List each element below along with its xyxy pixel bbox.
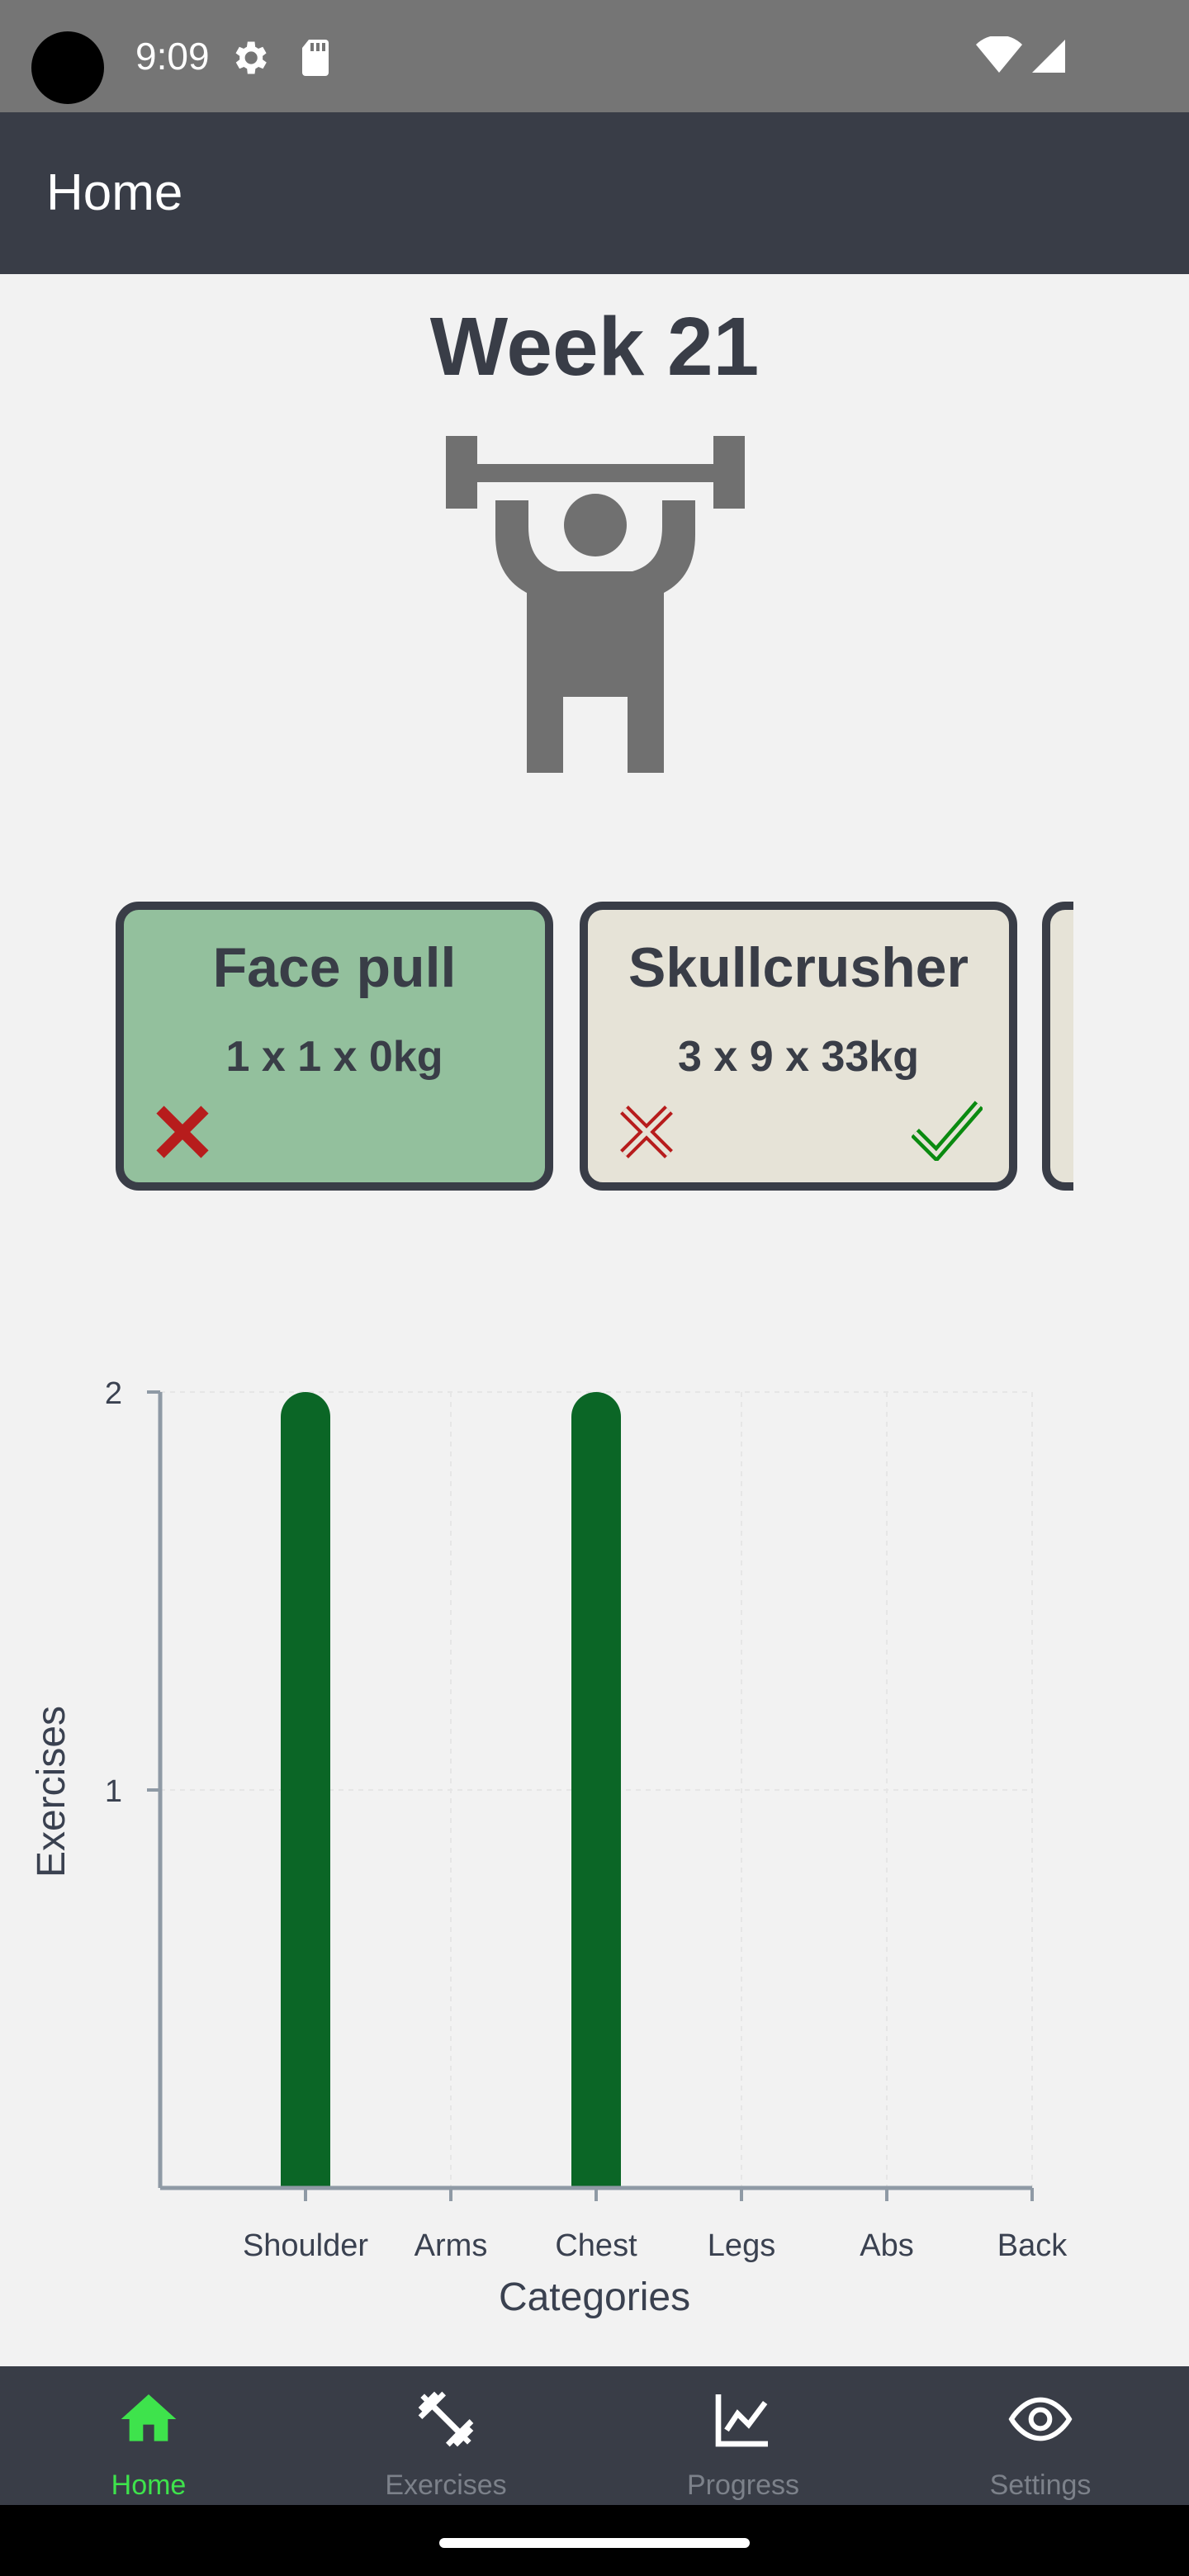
app-bar: Home: [0, 112, 1189, 274]
chart-svg: Shoulder Arms Chest Legs Abs Back 1 2 Categorie…: [30, 1376, 1068, 2319]
status-time: 9:09: [135, 35, 210, 78]
bottom-nav: Home Exercises Progress Settings: [0, 2366, 1189, 2505]
check-icon[interactable]: [911, 1100, 984, 1165]
exercise-carousel[interactable]: Face pull 1 x 1 x 0kg Skullcrusher 3 x 9…: [116, 902, 1073, 1191]
week-title: Week 21: [429, 301, 760, 393]
exercise-detail: 3 x 9 x 33kg: [678, 1033, 919, 1081]
home-icon: [116, 2386, 182, 2456]
gear-icon: [228, 36, 271, 83]
exercise-name: Skullcrusher: [628, 936, 969, 999]
nav-label: Exercises: [385, 2469, 507, 2501]
exercises-by-category-chart: Shoulder Arms Chest Legs Abs Back 1 2 Categorie…: [0, 1338, 1189, 2328]
wifi-icon: [976, 35, 1022, 80]
y-tick-label: 2: [105, 1376, 122, 1411]
x-tick-label: Arms: [414, 2228, 488, 2263]
x-tick-label: Back: [997, 2228, 1068, 2263]
chart-bar-shoulder: [281, 1392, 330, 2188]
page-title: Home: [46, 164, 183, 221]
eye-icon: [1007, 2386, 1073, 2456]
delete-outline-icon[interactable]: [619, 1105, 674, 1163]
chart-bar-chest: [571, 1392, 621, 2188]
dumbbell-icon: [413, 2386, 479, 2456]
nav-label: Settings: [989, 2469, 1092, 2501]
sd-card-icon: [299, 38, 332, 82]
y-axis-label: Exercises: [30, 1706, 73, 1878]
gesture-bar: [0, 2505, 1189, 2576]
camera-cutout: [31, 31, 104, 104]
x-tick-label: Shoulder: [243, 2228, 368, 2263]
x-axis-label: Categories: [499, 2275, 690, 2319]
nav-progress[interactable]: Progress: [594, 2366, 892, 2505]
nav-settings[interactable]: Settings: [892, 2366, 1189, 2505]
weightlifter-icon: [443, 436, 748, 777]
exercise-card-face-pull[interactable]: Face pull 1 x 1 x 0kg: [116, 902, 553, 1191]
nav-home[interactable]: Home: [0, 2366, 297, 2505]
nav-label: Home: [111, 2469, 187, 2501]
exercise-name: Face pull: [212, 936, 457, 999]
status-bar: 9:09: [0, 0, 1189, 112]
nav-label: Progress: [686, 2469, 800, 2501]
delete-icon[interactable]: [155, 1105, 210, 1163]
gesture-handle[interactable]: [439, 2538, 750, 2548]
nav-exercises[interactable]: Exercises: [297, 2366, 594, 2505]
x-tick-label: Abs: [860, 2228, 913, 2263]
x-tick-label: Legs: [708, 2228, 775, 2263]
x-tick-label: Chest: [555, 2228, 637, 2263]
chart-line-icon: [710, 2386, 776, 2456]
y-tick-label: 1: [105, 1774, 122, 1809]
exercise-card-skullcrusher[interactable]: Skullcrusher 3 x 9 x 33kg: [580, 902, 1017, 1191]
signal-icon: [1029, 36, 1068, 80]
exercise-card-next[interactable]: [1042, 902, 1073, 1191]
exercise-detail: 1 x 1 x 0kg: [225, 1033, 443, 1081]
